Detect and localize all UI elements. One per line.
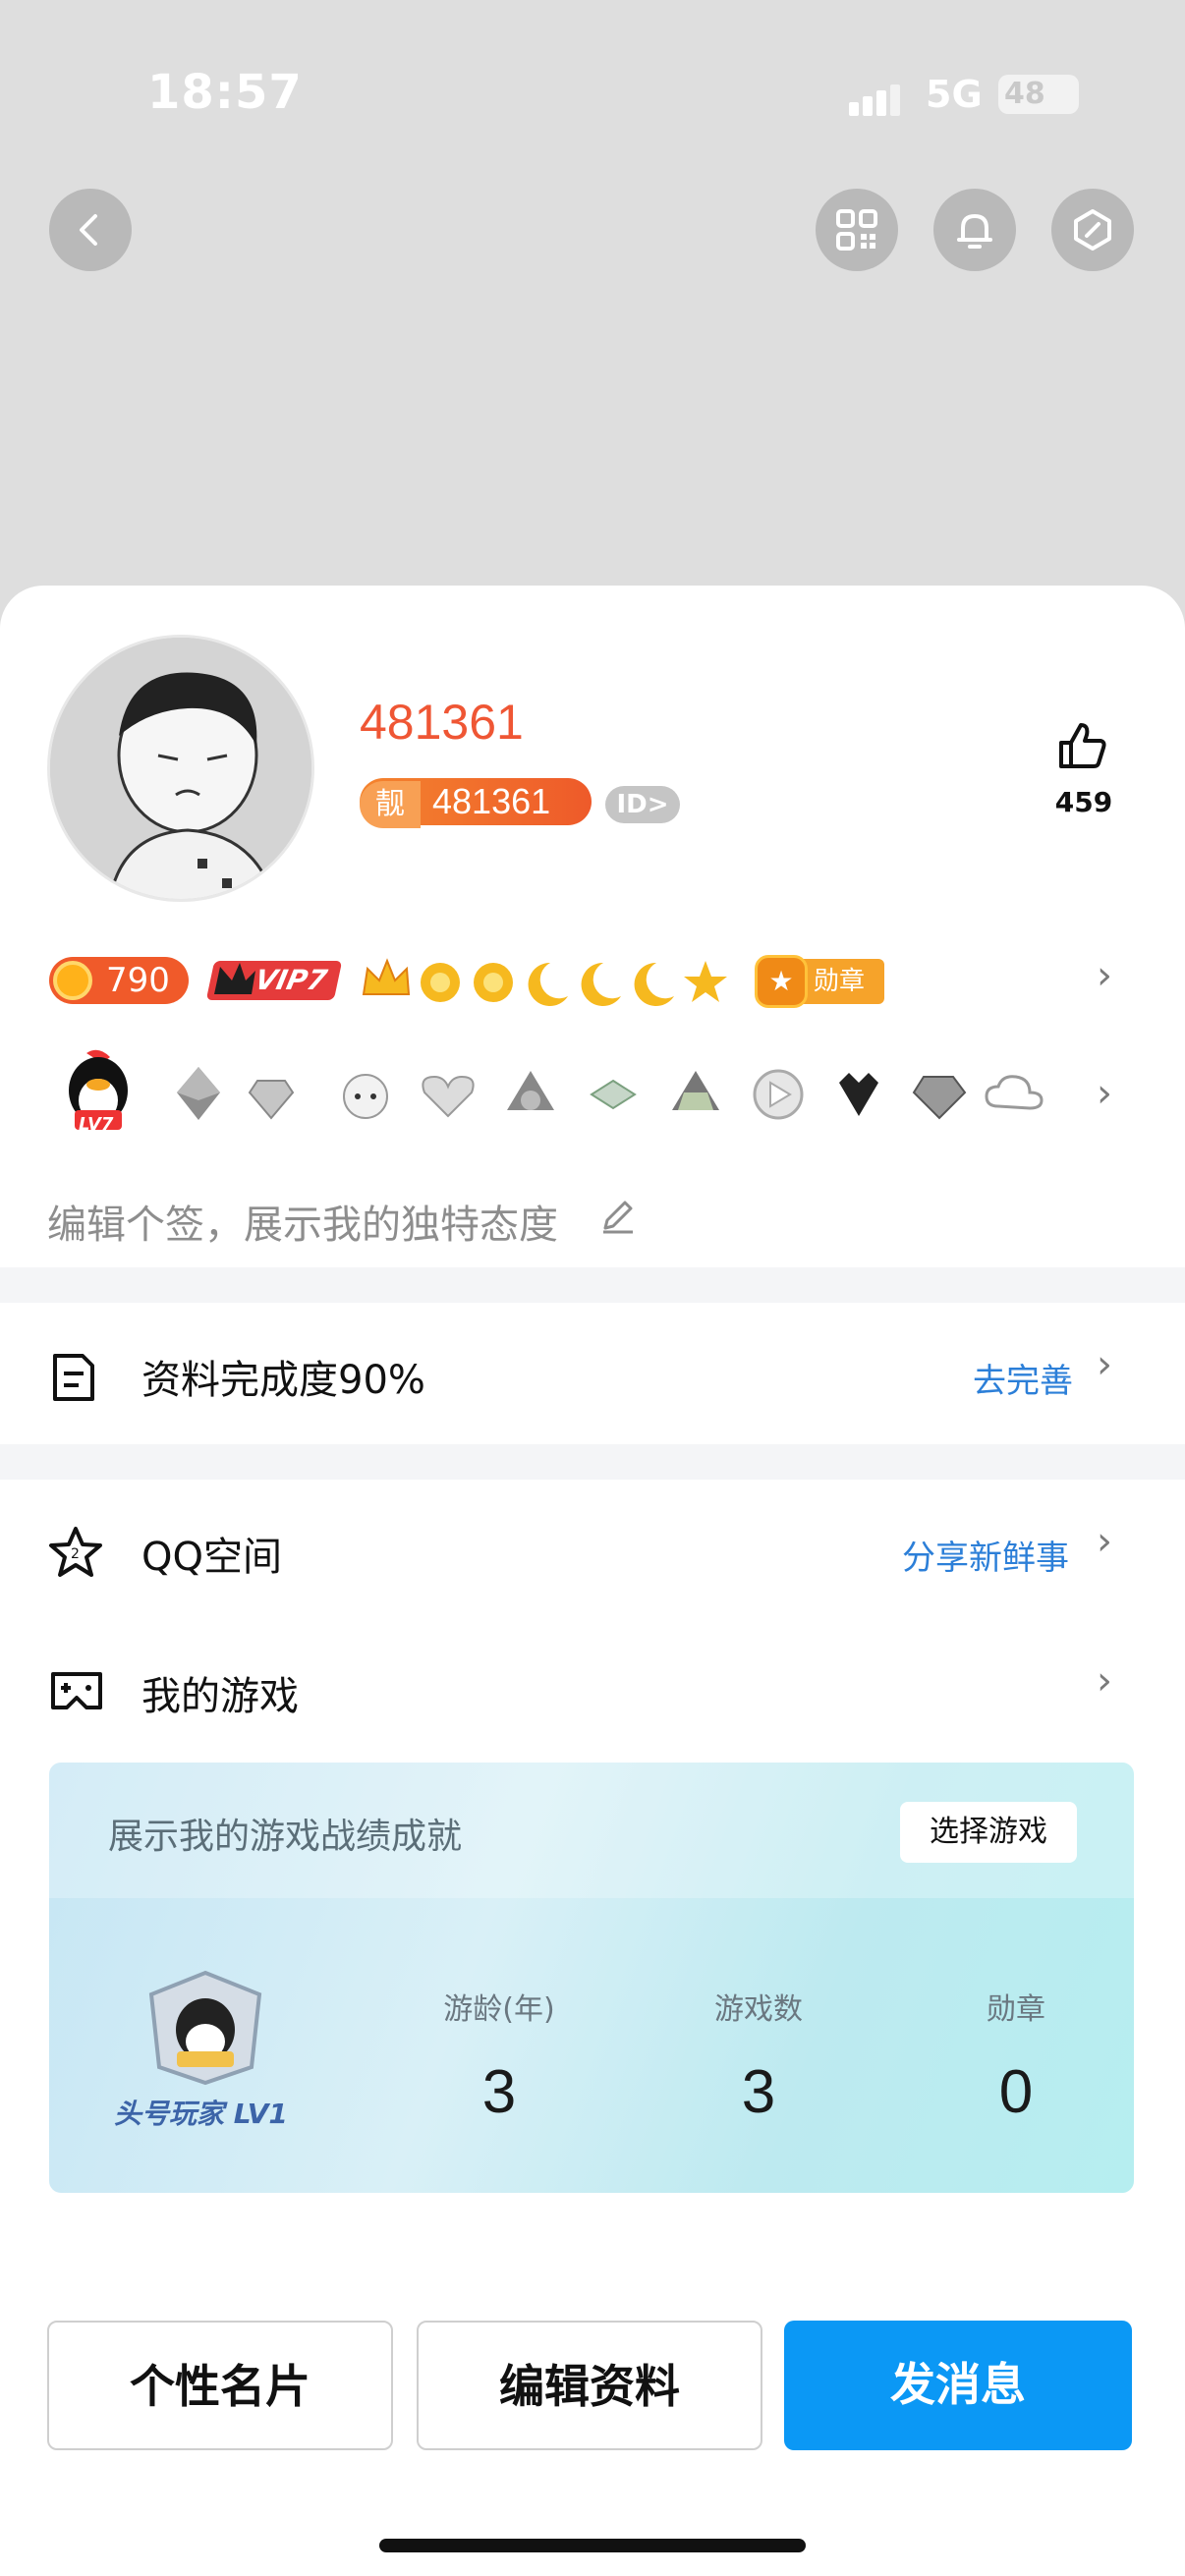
chevron-right-icon: ›	[1097, 1342, 1112, 1387]
profile-card-button[interactable]: 个性名片	[47, 2321, 393, 2450]
like-button[interactable]	[1057, 721, 1108, 774]
qq-number: 481361	[432, 781, 551, 821]
status-time: 18:57	[147, 65, 303, 120]
star-icon: ★	[755, 955, 808, 1008]
badges-chevron-icon[interactable]: ›	[1097, 953, 1112, 998]
chevron-left-icon	[80, 214, 97, 246]
stat-value: 3	[741, 2058, 776, 2126]
hexagon-icon	[1074, 209, 1111, 251]
coin-icon	[53, 961, 92, 1000]
player-level-label: 头号玩家 LV1	[114, 2098, 288, 2130]
thumbs-up-icon	[1059, 723, 1106, 768]
stat-label: 游戏数	[714, 1992, 803, 2027]
signal-icon	[849, 84, 900, 116]
back-button[interactable]	[49, 189, 132, 271]
completion-label: 资料完成度90%	[141, 1358, 425, 1403]
games-row[interactable]: 我的游戏 ›	[0, 1621, 1185, 1759]
qzone-label: QQ空间	[141, 1535, 282, 1580]
medal-badge[interactable]: ★ 勋章	[755, 955, 884, 1008]
coin-count: 790	[106, 961, 170, 1000]
gamepad-icon	[51, 1672, 102, 1709]
games-label: 我的游戏	[141, 1674, 299, 1719]
qq-level-label: LV7	[79, 1114, 114, 1135]
svg-text:2: 2	[71, 1546, 80, 1562]
level-crown-sun-moon-star-icons	[362, 958, 727, 1006]
signature-input[interactable]: 编辑个签，展示我的独特态度	[47, 1193, 558, 1250]
network-label: 5G	[926, 73, 983, 116]
game-stats-card[interactable]: 展示我的游戏战绩成就 选择游戏 头号玩家 LV1 游龄(年) 3 游戏数 3 勋…	[49, 1763, 1134, 2193]
achievements-chevron-icon[interactable]: ›	[1097, 1071, 1112, 1116]
id-button[interactable]: ID>	[605, 786, 680, 823]
avatar[interactable]	[47, 635, 314, 902]
qzone-star-icon: 2	[49, 1527, 102, 1577]
completion-link[interactable]: 去完善	[973, 1354, 1073, 1402]
completion-row[interactable]: 资料完成度90% 去完善 ›	[0, 1303, 1185, 1444]
qq-tag: 靓	[360, 781, 421, 828]
chevron-right-icon: ›	[1097, 1519, 1112, 1564]
settings-button[interactable]	[1051, 189, 1134, 271]
nickname: 481361	[360, 695, 524, 750]
game-card-title: 展示我的游戏战绩成就	[108, 1817, 463, 1857]
section-divider	[0, 1444, 1185, 1480]
stat-label: 勋章	[987, 1992, 1045, 2027]
vip-crown-icon	[214, 963, 255, 994]
bell-icon	[957, 214, 992, 249]
medal-label: 勋章	[814, 967, 866, 996]
send-message-button[interactable]: 发消息	[784, 2321, 1132, 2450]
qzone-link[interactable]: 分享新鲜事	[902, 1531, 1069, 1579]
level-icons[interactable]	[358, 951, 731, 1010]
qzone-row[interactable]: 2 QQ空间 分享新鲜事 ›	[0, 1480, 1185, 1621]
qrcode-icon	[836, 209, 877, 251]
notification-button[interactable]	[933, 189, 1016, 271]
achievement-icons[interactable]	[167, 1063, 1071, 1126]
stat-value: 0	[998, 2058, 1034, 2126]
coin-badge[interactable]: 790	[49, 957, 189, 1004]
select-game-button[interactable]: 选择游戏	[900, 1802, 1077, 1863]
home-indicator[interactable]	[379, 2539, 806, 2552]
stat-value: 3	[481, 2058, 517, 2126]
section-divider	[0, 1267, 1185, 1303]
avatar-image	[50, 638, 311, 899]
qq-level-badge[interactable]: LV7	[57, 1047, 140, 1142]
like-count: 459	[1054, 786, 1113, 818]
qrcode-button[interactable]	[816, 189, 898, 271]
chevron-right-icon: ›	[1097, 1658, 1112, 1704]
qq-number-badge[interactable]: 靓 481361	[360, 778, 592, 828]
stat-label: 游龄(年)	[443, 1992, 555, 2027]
battery-icon: 48	[998, 75, 1079, 114]
edit-profile-button[interactable]: 编辑资料	[417, 2321, 762, 2450]
document-icon	[53, 1354, 94, 1401]
player-rank-emblem-icon	[148, 1970, 262, 2086]
edit-pencil-icon[interactable]	[599, 1197, 637, 1234]
